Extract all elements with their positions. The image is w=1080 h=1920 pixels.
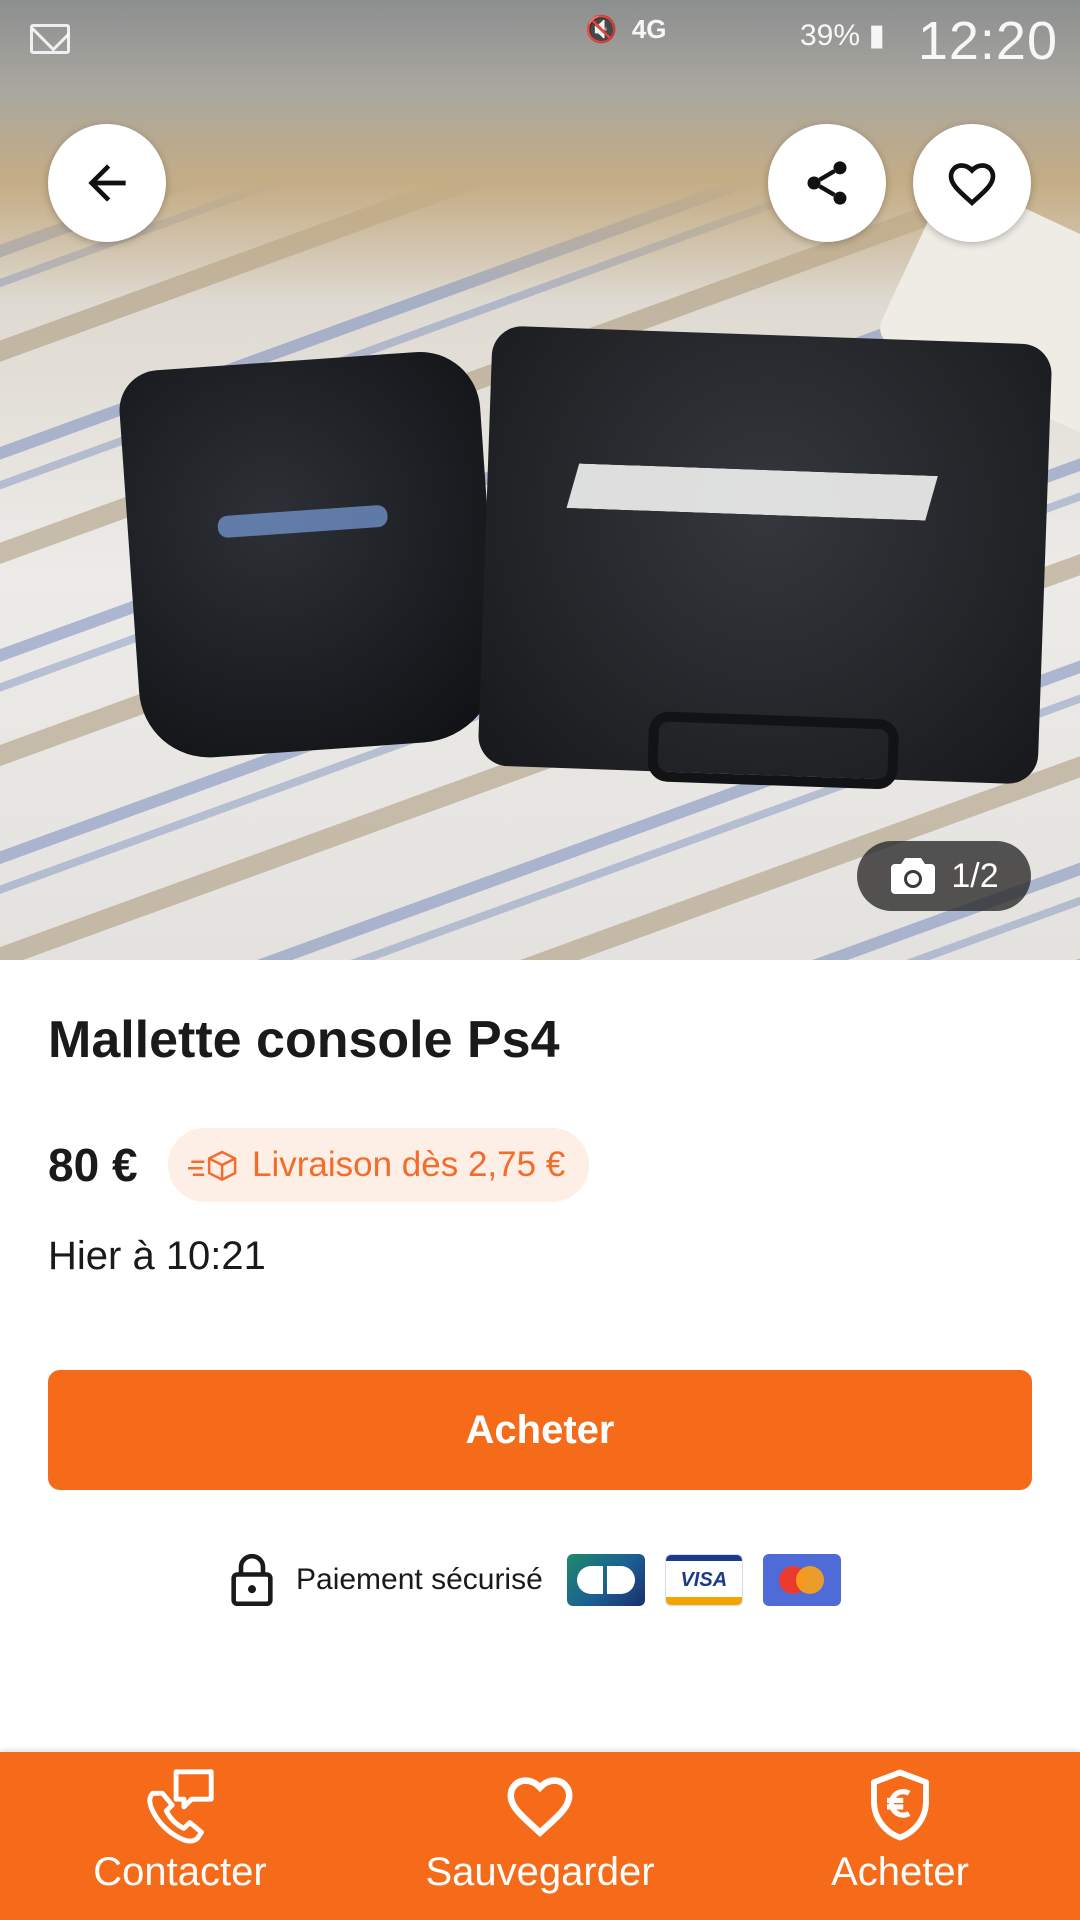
share-icon	[807, 161, 847, 205]
share-button[interactable]	[768, 124, 886, 242]
heart-icon	[948, 163, 996, 207]
photo-bag	[116, 347, 504, 763]
camera-icon	[891, 858, 936, 894]
photo-counter[interactable]: 1/2	[857, 841, 1031, 911]
mastercard-icon	[762, 1554, 841, 1606]
buy-button[interactable]: Acheter	[48, 1370, 1032, 1490]
delivery-box-icon	[188, 1150, 237, 1181]
delivery-badge: Livraison dès 2,75 €	[168, 1128, 590, 1202]
case-handle	[647, 711, 900, 790]
save-button[interactable]: Sauvegarder	[390, 1766, 690, 1916]
contact-button[interactable]: Contacter	[30, 1766, 330, 1916]
back-button[interactable]	[48, 124, 166, 242]
network-type: 4G	[631, 14, 667, 44]
contact-phone-chat-icon	[147, 1769, 214, 1844]
mail-icon	[30, 24, 70, 54]
clock: 12:20	[917, 11, 1058, 71]
shield-euro-icon	[871, 1769, 929, 1841]
heart-outline-icon	[507, 1777, 573, 1838]
case-brand-logo	[567, 463, 938, 521]
favorite-button[interactable]	[913, 124, 1031, 242]
save-label: Sauvegarder	[425, 1850, 655, 1894]
delivery-label: Livraison dès 2,75 €	[252, 1145, 566, 1184]
mute-icon: 🔇	[585, 14, 625, 44]
listing-price: 80 €	[48, 1139, 138, 1191]
contact-label: Contacter	[93, 1850, 267, 1894]
visa-label: VISA	[680, 1568, 728, 1591]
arrow-left-icon	[88, 164, 126, 202]
status-bar: 🔇 4G 39% ▮ 12:20	[0, 0, 1080, 80]
posted-date: Hier à 10:21	[48, 1234, 266, 1278]
secure-payment-label: Paiement sécurisé	[296, 1563, 543, 1596]
lock-icon	[231, 1554, 273, 1606]
visa-card-icon: VISA	[664, 1554, 743, 1606]
bottom-action-bar: Contacter Sauvegarder Acheter	[0, 1752, 1080, 1920]
listing-title: Mallette console Ps4	[48, 1011, 560, 1069]
secure-payment-row: Paiement sécurisé VISA	[230, 1550, 861, 1610]
cb-card-icon	[566, 1554, 645, 1606]
listing-photo[interactable]	[0, 0, 1080, 960]
battery-indicator: 39% ▮	[800, 19, 885, 52]
battery-percent: 39%	[800, 19, 861, 52]
buy-nav-button[interactable]: Acheter	[750, 1766, 1050, 1916]
photo-case	[477, 325, 1053, 790]
photo-counter-label: 1/2	[951, 856, 999, 895]
buy-nav-label: Acheter	[831, 1850, 969, 1894]
signal-icons: 🔇 4G	[585, 14, 667, 45]
